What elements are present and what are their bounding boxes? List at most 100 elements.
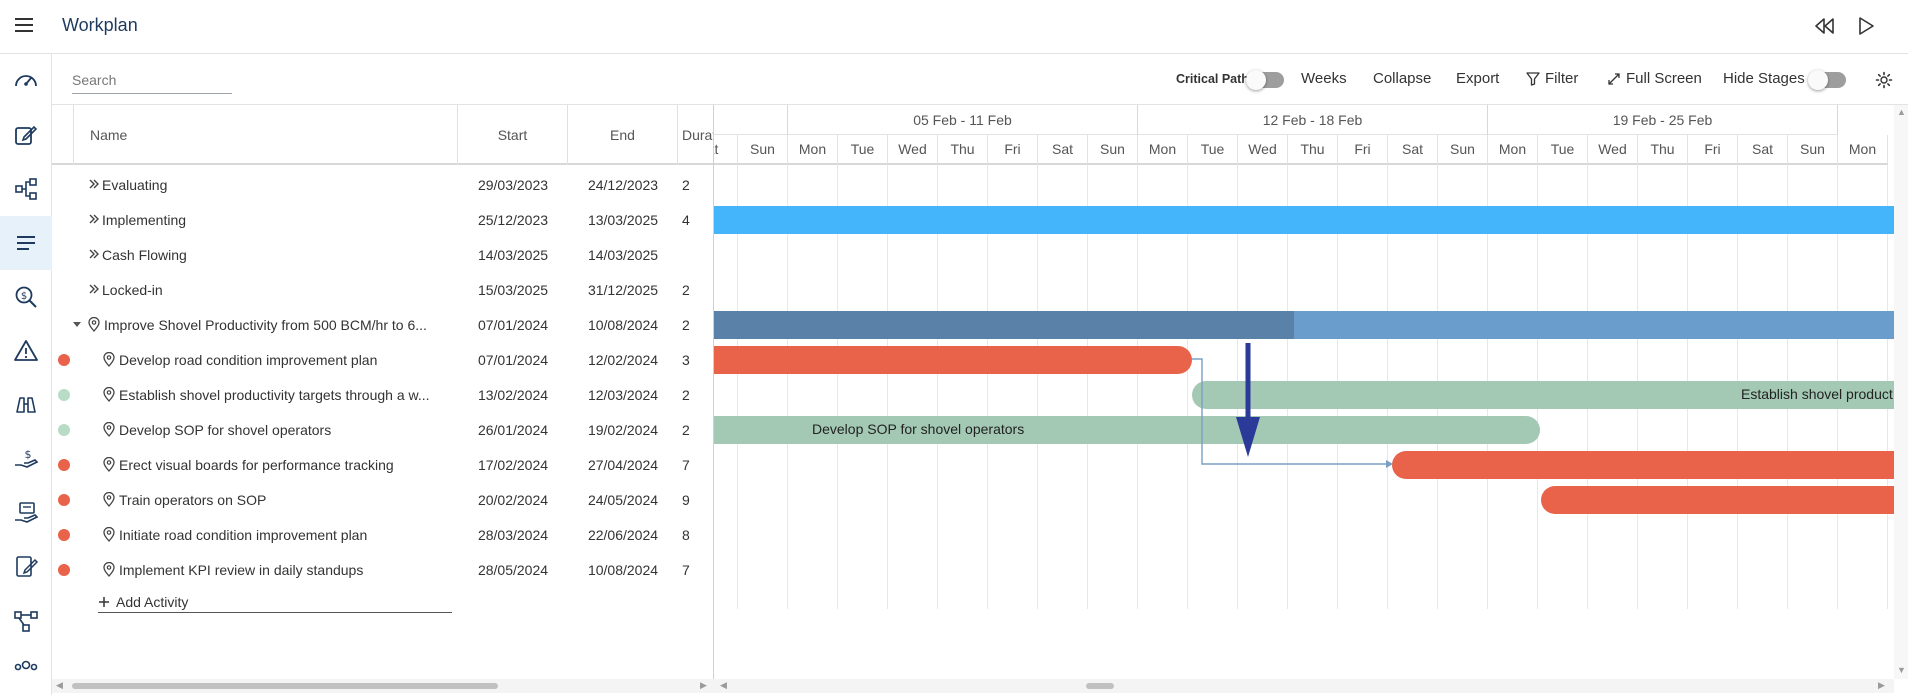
row-end-date: 19/02/2024 (587, 421, 659, 438)
chevron-down-icon[interactable] (72, 320, 82, 330)
add-activity-label: Add Activity (116, 593, 189, 610)
workflow-icon (14, 611, 38, 632)
scroll-up-arrow-icon[interactable]: ▲ (1897, 107, 1906, 117)
play-icon[interactable] (1853, 13, 1879, 39)
scroll-thumb[interactable] (1086, 683, 1114, 689)
scroll-right-arrow-icon[interactable]: ▶ (700, 680, 707, 691)
rail-benefits[interactable]: $ (0, 432, 52, 486)
table-row[interactable]: Improve Shovel Productivity from 500 BCM… (52, 307, 713, 342)
status-dot (58, 459, 70, 471)
row-name[interactable]: Develop SOP for shovel operators (119, 412, 450, 447)
status-dot (58, 494, 70, 506)
table-row[interactable]: Develop SOP for shovel operators 26/01/20… (52, 412, 713, 447)
scroll-left-arrow-icon[interactable]: ◀ (56, 680, 63, 691)
table-row[interactable]: Erect visual boards for performance trac… (52, 447, 713, 482)
end-column-header[interactable]: End (568, 105, 678, 165)
row-name[interactable]: Implement KPI review in daily standups (119, 552, 450, 587)
table-row[interactable]: Train operators on SOP 20/02/2024 24/05/20… (52, 482, 713, 517)
settings-gear-icon[interactable] (1875, 71, 1893, 89)
rewind-icon[interactable] (1812, 13, 1838, 39)
toggle-knob (1246, 70, 1266, 90)
add-activity-button[interactable]: Add Activity (98, 591, 452, 613)
rail-insights[interactable] (0, 378, 52, 432)
binoculars-icon (16, 397, 36, 413)
scroll-left-arrow-icon[interactable]: ◀ (720, 680, 727, 691)
rail-dashboard[interactable] (0, 54, 52, 108)
map-pin-icon (103, 422, 115, 437)
grid-horizontal-scrollbar[interactable]: ◀ ▶ (52, 679, 714, 693)
map-pin-icon (103, 457, 115, 472)
scroll-thumb[interactable] (72, 683, 498, 689)
row-start-date: 25/12/2023 (477, 211, 549, 228)
hand-money-icon: $ (15, 448, 39, 468)
hamburger-menu-icon[interactable] (13, 14, 35, 36)
double-chevron-right-icon[interactable] (88, 213, 100, 225)
filter-button[interactable]: Filter (1526, 70, 1578, 87)
map-pin-icon (103, 387, 115, 402)
gantt-overlay (1192, 343, 1393, 468)
row-duration: 2 (682, 281, 690, 298)
rail-edit[interactable] (0, 108, 52, 162)
map-pin-icon (88, 317, 100, 332)
double-chevron-right-icon[interactable] (88, 248, 100, 260)
table-row[interactable]: Implement KPI review in daily standups 28… (52, 552, 713, 587)
table-row[interactable]: Develop road condition improvement plan 0… (52, 342, 713, 377)
weeks-dropdown[interactable]: Weeks (1301, 70, 1347, 87)
full-screen-button[interactable]: Full Screen (1607, 70, 1702, 87)
table-row[interactable]: Initiate road condition improvement plan… (52, 517, 713, 552)
workplan-grid: Name Start End Duration Evaluating 29/03/… (52, 105, 714, 679)
double-chevron-right-icon[interactable] (88, 178, 100, 190)
row-start-date: 20/02/2024 (477, 491, 549, 508)
critical-path-label: Critical Path (1176, 72, 1249, 86)
duration-column-header[interactable]: Duration (678, 105, 713, 165)
row-name[interactable]: Develop road condition improvement plan (119, 342, 450, 377)
double-chevron-right-icon[interactable] (88, 283, 100, 295)
rail-hierarchy[interactable] (0, 162, 52, 216)
hide-stages-toggle[interactable] (1808, 70, 1846, 90)
rail-approvals[interactable] (0, 540, 52, 594)
gantt-horizontal-scrollbar[interactable]: ◀ ▶ (714, 679, 1894, 693)
row-start-date: 28/05/2024 (477, 561, 549, 578)
row-start-date: 17/02/2024 (477, 456, 549, 473)
row-name[interactable]: Improve Shovel Productivity from 500 BCM… (104, 307, 450, 342)
row-name[interactable]: Erect visual boards for performance trac… (119, 447, 450, 482)
gantt-vertical-scrollbar[interactable]: ▲ ▼ (1894, 105, 1908, 679)
row-end-date: 13/03/2025 (587, 211, 659, 228)
gantt-chart: 05 Feb - 11 Feb 12 Feb - 18 Feb 19 Feb - 2… (714, 105, 1894, 679)
row-end-date: 27/04/2024 (587, 456, 659, 473)
row-name[interactable]: Implementing (102, 202, 450, 237)
collapse-label: Collapse (1373, 70, 1432, 87)
row-name[interactable]: Initiate road condition improvement plan (119, 517, 450, 552)
table-row[interactable]: Evaluating 29/03/2023 24/12/2023 2 (52, 167, 713, 202)
table-row[interactable]: Implementing 25/12/2023 13/03/2025 4 (52, 202, 713, 237)
row-name[interactable]: Evaluating (102, 167, 450, 202)
row-end-date: 12/03/2024 (587, 386, 659, 403)
row-name[interactable]: Cash Flowing (102, 237, 450, 272)
rail-workflow[interactable] (0, 594, 52, 648)
table-row[interactable]: Establish shovel productivity targets th… (52, 377, 713, 412)
rail-workplan[interactable] (0, 216, 52, 270)
table-row[interactable]: Locked-in 15/03/2025 31/12/2025 2 (52, 272, 713, 307)
rail-costs[interactable] (0, 486, 52, 540)
rail-people[interactable] (0, 648, 52, 695)
name-column-header[interactable]: Name (74, 105, 458, 165)
collapse-button[interactable]: Collapse (1373, 70, 1431, 87)
table-row[interactable]: Cash Flowing 14/03/2025 14/03/2025 (52, 237, 713, 272)
search-input[interactable] (72, 68, 232, 94)
row-name[interactable]: Establish shovel productivity targets th… (119, 377, 450, 412)
status-dot (58, 354, 70, 366)
scroll-right-arrow-icon[interactable]: ▶ (1878, 680, 1885, 691)
row-name[interactable]: Train operators on SOP (119, 482, 450, 517)
rail-value-search[interactable]: $ (0, 270, 52, 324)
scroll-down-arrow-icon[interactable]: ▼ (1897, 665, 1906, 675)
map-pin-icon (103, 562, 115, 577)
rail-risks[interactable] (0, 324, 52, 378)
row-duration: 7 (682, 456, 690, 473)
export-button[interactable]: Export (1456, 70, 1499, 87)
list-lines-icon (17, 236, 35, 250)
start-column-header[interactable]: Start (458, 105, 568, 165)
row-name[interactable]: Locked-in (102, 272, 450, 307)
svg-text:$: $ (21, 291, 27, 302)
critical-path-toggle[interactable] (1246, 70, 1284, 90)
dependency-connector[interactable] (1192, 358, 1386, 465)
